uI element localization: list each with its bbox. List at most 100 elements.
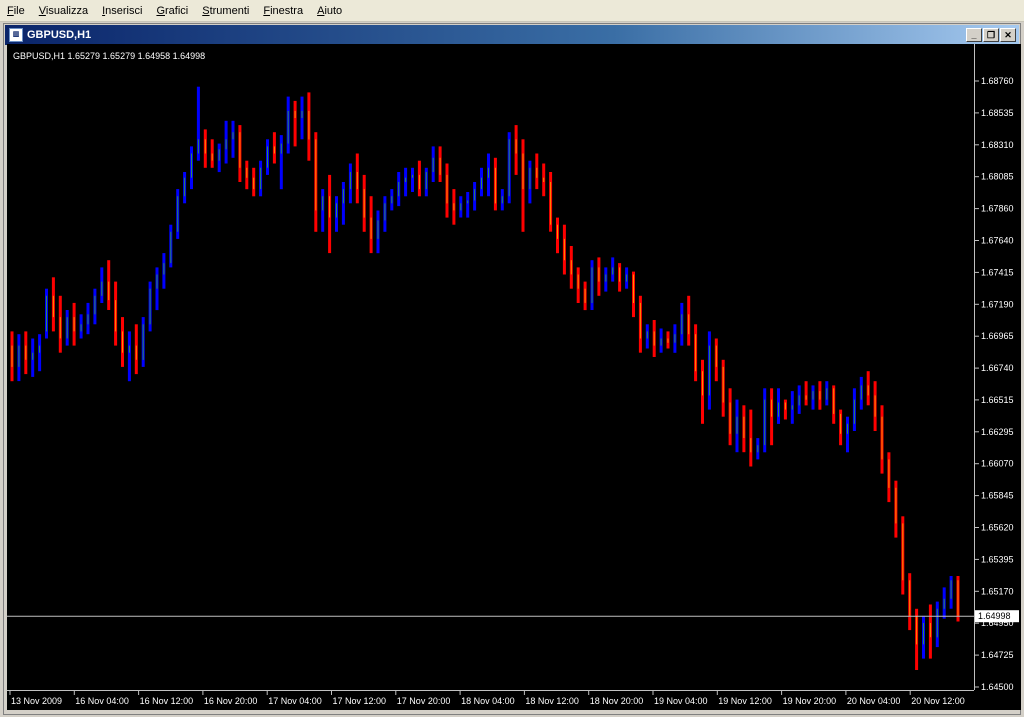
price-bar[interactable]	[307, 92, 311, 161]
price-bar[interactable]	[86, 302, 90, 335]
price-bar[interactable]	[846, 416, 849, 453]
price-bar[interactable]	[279, 135, 283, 190]
price-chart[interactable]: GBPUSD,H1 1.65279 1.65279 1.64958 1.6499…	[7, 44, 1021, 710]
price-bar[interactable]	[797, 385, 801, 414]
price-bar[interactable]	[590, 260, 594, 310]
price-bar[interactable]	[611, 257, 615, 282]
price-bar[interactable]	[556, 217, 559, 254]
price-bar[interactable]	[252, 167, 256, 197]
price-bar[interactable]	[569, 246, 573, 289]
price-bar[interactable]	[390, 189, 394, 211]
price-bar[interactable]	[480, 167, 483, 197]
price-bar[interactable]	[445, 163, 449, 218]
price-bar[interactable]	[818, 381, 822, 410]
price-bar[interactable]	[749, 409, 753, 467]
chart-window-icon[interactable]: ▥	[9, 28, 23, 42]
price-bar[interactable]	[493, 157, 497, 211]
price-bar[interactable]	[852, 388, 856, 431]
price-bar[interactable]	[763, 388, 767, 453]
price-bar[interactable]	[859, 376, 863, 410]
price-bar[interactable]	[542, 163, 546, 197]
price-bar[interactable]	[632, 271, 635, 318]
price-bar[interactable]	[770, 388, 774, 446]
price-bar[interactable]	[459, 196, 463, 218]
price-bar[interactable]	[155, 267, 159, 311]
price-bar[interactable]	[376, 210, 380, 254]
price-bar[interactable]	[507, 132, 511, 204]
price-bar[interactable]	[134, 324, 138, 375]
price-bar[interactable]	[935, 601, 939, 648]
price-bar[interactable]	[404, 167, 408, 197]
price-bar[interactable]	[514, 125, 518, 175]
price-bar[interactable]	[583, 281, 587, 311]
price-bar[interactable]	[452, 189, 456, 225]
price-bar[interactable]	[473, 182, 477, 211]
menu-aiuto[interactable]: Aiuto	[310, 0, 349, 22]
price-bar[interactable]	[887, 452, 891, 503]
price-bar[interactable]	[58, 295, 62, 353]
price-bar[interactable]	[355, 153, 359, 204]
price-bar[interactable]	[293, 100, 297, 147]
price-bar[interactable]	[625, 267, 629, 289]
price-bar[interactable]	[107, 260, 111, 310]
price-bar[interactable]	[286, 96, 290, 154]
price-bar[interactable]	[121, 317, 124, 367]
price-bar[interactable]	[915, 608, 919, 670]
price-bar[interactable]	[65, 310, 69, 346]
menu-file[interactable]: File	[0, 0, 32, 22]
price-bar[interactable]	[210, 139, 214, 168]
price-bar[interactable]	[894, 480, 898, 538]
price-bar[interactable]	[756, 438, 760, 460]
price-bar[interactable]	[224, 120, 228, 164]
price-bar[interactable]	[217, 143, 221, 173]
price-bar[interactable]	[321, 189, 325, 232]
close-icon[interactable]: ✕	[1000, 28, 1016, 42]
price-bar[interactable]	[742, 405, 746, 453]
price-bar[interactable]	[928, 604, 932, 659]
price-bar[interactable]	[673, 324, 677, 353]
price-bar[interactable]	[687, 295, 691, 346]
price-bar[interactable]	[901, 516, 905, 595]
price-bar[interactable]	[203, 129, 207, 168]
price-bar[interactable]	[922, 615, 925, 659]
price-bar[interactable]	[825, 381, 829, 406]
price-bar[interactable]	[238, 125, 242, 182]
price-bar[interactable]	[328, 174, 332, 254]
price-bar[interactable]	[942, 587, 946, 619]
price-bar[interactable]	[72, 302, 76, 346]
price-bar[interactable]	[790, 391, 794, 424]
price-bar[interactable]	[397, 172, 401, 207]
minimize-icon[interactable]: _	[966, 28, 982, 42]
price-bar[interactable]	[417, 160, 421, 197]
price-bar[interactable]	[45, 288, 48, 339]
price-bar[interactable]	[272, 132, 276, 164]
price-bar[interactable]	[680, 302, 684, 346]
price-bar[interactable]	[93, 288, 97, 325]
price-bar[interactable]	[500, 189, 504, 211]
price-bar[interactable]	[638, 295, 642, 353]
price-bar[interactable]	[148, 281, 152, 332]
price-bar[interactable]	[24, 331, 28, 375]
price-bar[interactable]	[777, 388, 780, 424]
price-bar[interactable]	[528, 160, 532, 204]
price-bar[interactable]	[783, 399, 787, 420]
price-bar[interactable]	[694, 324, 698, 382]
price-bar[interactable]	[956, 576, 960, 622]
price-bar[interactable]	[127, 331, 131, 382]
price-bar[interactable]	[466, 192, 470, 218]
price-bar[interactable]	[169, 224, 173, 268]
restore-icon[interactable]: ❐	[983, 28, 999, 42]
price-bar[interactable]	[51, 277, 55, 332]
price-bar[interactable]	[259, 160, 263, 197]
price-bar[interactable]	[79, 314, 83, 339]
price-bar[interactable]	[873, 381, 877, 431]
price-bar[interactable]	[369, 196, 373, 254]
price-bar[interactable]	[348, 163, 352, 204]
price-bar[interactable]	[162, 253, 166, 289]
price-bar[interactable]	[17, 334, 21, 382]
price-bar[interactable]	[701, 359, 704, 424]
price-bar[interactable]	[487, 153, 490, 197]
price-bar[interactable]	[721, 359, 725, 417]
menu-grafici[interactable]: Grafici	[149, 0, 195, 22]
price-bar[interactable]	[100, 267, 104, 303]
